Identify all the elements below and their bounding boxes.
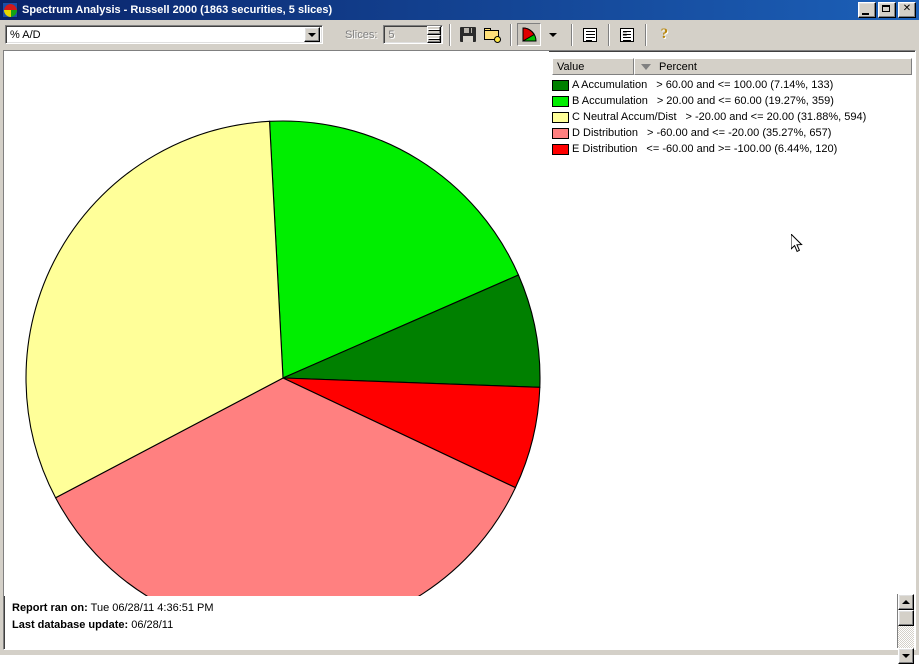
pie-chart-icon bbox=[2, 2, 18, 18]
legend-column-value[interactable]: Value bbox=[552, 58, 634, 75]
legend-row[interactable]: B Accumulation > 20.00 and <= 60.00 (19.2… bbox=[552, 93, 912, 109]
legend-row-name: B Accumulation bbox=[572, 95, 648, 107]
list-report-icon bbox=[583, 27, 598, 42]
report-client-area: Value Percent A Accumulation > 60.00 and … bbox=[3, 50, 916, 664]
scrollbar-track[interactable] bbox=[898, 626, 914, 648]
triangle-up-icon bbox=[902, 600, 910, 604]
slices-stepper[interactable]: 5 bbox=[383, 25, 444, 44]
toolbar-separator-5 bbox=[645, 23, 647, 46]
legend-row-name: D Distribution bbox=[572, 127, 639, 139]
spin-up-icon[interactable] bbox=[427, 26, 442, 35]
last-update-value: 06/28/11 bbox=[131, 619, 174, 631]
window-title: Spectrum Analysis - Russell 2000 (1863 s… bbox=[22, 4, 333, 16]
detail-report-icon: ≡ bbox=[620, 27, 635, 42]
legend-row-range: > -20.00 and <= 20.00 (31.88%, 594) bbox=[685, 111, 867, 123]
report-ran-value: Tue 06/28/11 4:36:51 PM bbox=[90, 602, 214, 614]
last-update-label: Last database update: bbox=[12, 619, 129, 631]
spectrum-analysis-window: Spectrum Analysis - Russell 2000 (1863 s… bbox=[0, 0, 919, 664]
minimize-button[interactable] bbox=[858, 2, 876, 18]
legend-row[interactable]: A Accumulation > 60.00 and <= 100.00 (7.1… bbox=[552, 77, 912, 93]
close-icon: ✕ bbox=[902, 3, 912, 14]
toolbar-separator-4 bbox=[608, 23, 610, 46]
legend-color-swatch bbox=[552, 111, 569, 123]
detail-report-button[interactable]: ≡ bbox=[615, 23, 639, 46]
legend-row-name: A Accumulation bbox=[572, 79, 648, 91]
toolbar-separator-2 bbox=[510, 23, 512, 46]
legend: Value Percent A Accumulation > 60.00 and … bbox=[552, 58, 912, 156]
legend-column-percent[interactable]: Percent bbox=[634, 58, 912, 75]
report-ran-label: Report ran on: bbox=[12, 602, 88, 614]
legend-row[interactable]: C Neutral Accum/Dist > -20.00 and <= 20.0… bbox=[552, 109, 912, 125]
toolbar: % A/D Slices: 5 ≡ ? bbox=[0, 20, 919, 49]
legend-row-range: > 60.00 and <= 100.00 (7.14%, 133) bbox=[656, 79, 834, 91]
legend-row[interactable]: E Distribution <= -60.00 and >= -100.00 (… bbox=[552, 141, 912, 157]
footer-vertical-scrollbar[interactable] bbox=[897, 594, 914, 664]
scroll-down-button[interactable] bbox=[898, 648, 914, 664]
legend-header: Value Percent bbox=[552, 58, 912, 75]
chevron-down-icon[interactable] bbox=[304, 27, 320, 42]
close-button[interactable]: ✕ bbox=[898, 2, 916, 18]
pie-chart-pane bbox=[4, 51, 549, 596]
legend-rows: A Accumulation > 60.00 and <= 100.00 (7.1… bbox=[552, 75, 912, 157]
pie-chart-icon bbox=[521, 27, 538, 42]
spin-down-icon[interactable] bbox=[427, 34, 442, 43]
report-footer: Report ran on: Tue 06/28/11 4:36:51 PM L… bbox=[8, 597, 888, 647]
legend-row-name: C Neutral Accum/Dist bbox=[572, 111, 677, 123]
slices-value: 5 bbox=[388, 28, 395, 41]
report-ran-line: Report ran on: Tue 06/28/11 4:36:51 PM bbox=[12, 600, 888, 617]
slices-spin-buttons[interactable] bbox=[427, 26, 442, 43]
toolbar-separator-3 bbox=[571, 23, 573, 46]
save-button[interactable] bbox=[456, 23, 480, 46]
chart-type-dropdown[interactable] bbox=[541, 23, 565, 46]
open-button[interactable] bbox=[480, 23, 504, 46]
toolbar-separator bbox=[449, 23, 451, 46]
window-controls: ✕ bbox=[858, 2, 916, 18]
scrollbar-thumb[interactable] bbox=[898, 610, 914, 626]
sort-descending-icon bbox=[641, 63, 651, 70]
help-button[interactable]: ? bbox=[652, 23, 676, 46]
legend-row-name: E Distribution bbox=[572, 143, 638, 155]
legend-color-swatch bbox=[552, 79, 569, 91]
scroll-up-button[interactable] bbox=[898, 594, 914, 610]
title-bar: Spectrum Analysis - Russell 2000 (1863 s… bbox=[0, 0, 919, 20]
legend-color-swatch bbox=[552, 127, 569, 139]
pie-chart[interactable] bbox=[4, 51, 549, 596]
indicator-combo[interactable]: % A/D bbox=[5, 25, 323, 44]
legend-row-range: > 20.00 and <= 60.00 (19.27%, 359) bbox=[656, 95, 834, 107]
slices-label: Slices: bbox=[345, 28, 378, 41]
last-update-line: Last database update: 06/28/11 bbox=[12, 617, 888, 634]
chevron-down-icon bbox=[549, 32, 558, 37]
legend-color-swatch bbox=[552, 95, 569, 107]
indicator-combo-value: % A/D bbox=[10, 28, 41, 41]
list-report-button[interactable] bbox=[578, 23, 602, 46]
maximize-button[interactable] bbox=[878, 2, 896, 18]
legend-column-value-label: Value bbox=[557, 60, 585, 73]
legend-color-swatch bbox=[552, 143, 569, 155]
legend-row[interactable]: D Distribution > -60.00 and <= -20.00 (35… bbox=[552, 125, 912, 141]
open-folder-icon bbox=[483, 27, 501, 43]
legend-row-range: > -60.00 and <= -20.00 (35.27%, 657) bbox=[647, 127, 832, 139]
save-icon bbox=[460, 27, 477, 42]
legend-column-percent-label: Percent bbox=[659, 60, 697, 73]
legend-row-range: <= -60.00 and >= -100.00 (6.44%, 120) bbox=[646, 143, 838, 155]
help-icon: ? bbox=[660, 26, 669, 42]
pie-chart-button[interactable] bbox=[517, 23, 542, 46]
